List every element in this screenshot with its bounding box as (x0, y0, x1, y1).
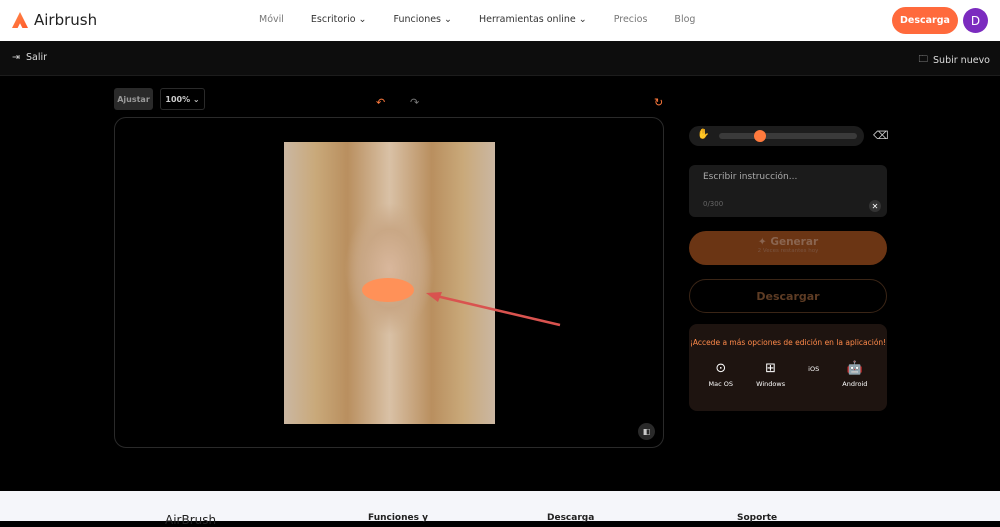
slider-thumb[interactable] (754, 130, 767, 142)
generate-button[interactable]: ✦ Generar 2 Veces restantes hoy (689, 231, 887, 265)
app-promo: ¡Accede a más opciones de edición en la … (689, 324, 887, 411)
char-counter: 0/300 (703, 200, 724, 208)
brush-icon: ✋ (697, 129, 710, 140)
android-icon: 🤖 (846, 361, 863, 376)
footer-col-support: Soporte (737, 513, 778, 523)
platform-macos[interactable]: ⊙ Mac OS (709, 361, 733, 388)
windows-icon: ⊞ (765, 361, 777, 376)
footer-col-features: Funciones y (368, 513, 428, 523)
platform-label: Mac OS (708, 380, 734, 388)
platform-android[interactable]: 🤖 Android (842, 361, 867, 388)
platform-ios[interactable]: iOS (808, 361, 819, 388)
promo-text: ¡Accede a más opciones de edición en la … (689, 338, 887, 347)
platform-label: Android (842, 380, 868, 388)
remaining-text: 2 Veces restantes hoy (757, 248, 819, 254)
platform-label: iOS (808, 365, 820, 373)
macos-icon: ⊙ (715, 361, 727, 376)
prompt-input[interactable]: Escribir instrucción... 0/300 ✕ (689, 165, 887, 217)
brush-size-slider[interactable]: ✋ (689, 126, 864, 146)
eraser-icon[interactable]: ⌫ (873, 129, 889, 142)
clear-icon[interactable]: ✕ (869, 200, 881, 212)
compare-icon[interactable]: ◧ (638, 423, 655, 440)
footer-brand: AirBrush (165, 513, 217, 527)
sparkle-icon: ✦ (757, 236, 767, 248)
platform-label: Windows (756, 380, 786, 388)
generate-label: Generar (770, 236, 819, 248)
footer-col-download: Descarga (547, 513, 595, 523)
prompt-placeholder: Escribir instrucción... (703, 172, 798, 182)
platform-windows[interactable]: ⊞ Windows (756, 361, 785, 388)
footer: AirBrush Funciones y Descarga Soporte (0, 491, 1000, 527)
download-button[interactable]: Descargar (689, 279, 887, 313)
